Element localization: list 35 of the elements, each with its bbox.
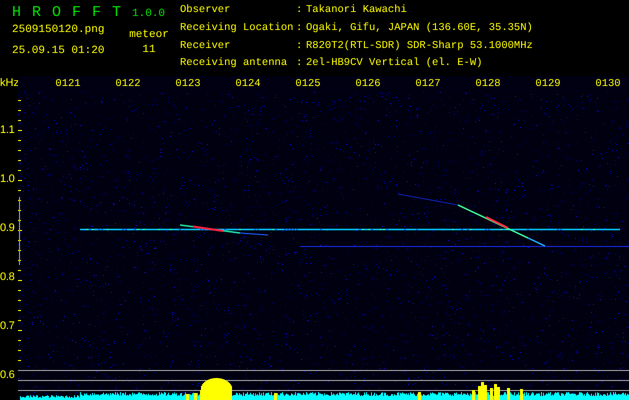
info-label: Observer [180, 5, 232, 18]
counter-label: meteor [129, 29, 169, 41]
time-label: 0122 [115, 78, 141, 90]
time-label: 0130 [595, 78, 621, 90]
info-separator: : [296, 58, 304, 72]
info-value: Ogaki, Gifu, JAPAN (136.60E, 35.35N) [306, 22, 533, 36]
info-separator: : [296, 40, 304, 54]
info-separator: : [296, 5, 304, 18]
info-label: Receiving Location [180, 22, 294, 36]
version-label: 1.0.0 [132, 8, 166, 20]
info-value: R820T2(RTL-SDR) SDR-Sharp 53.1000MHz [306, 40, 533, 54]
counter-value: 11 [142, 44, 156, 56]
frequency-label: 0.6 [0, 369, 14, 382]
time-label: 0123 [175, 78, 201, 90]
frequency-label: 1.0 [0, 173, 14, 186]
frequency-label: 0.8 [0, 271, 14, 284]
info-separator: : [296, 22, 304, 36]
info-value: Takanori Kawachi [306, 5, 408, 18]
time-label: 0121 [55, 78, 81, 90]
info-label: Receiving antenna [180, 58, 288, 72]
time-label: 0127 [415, 78, 441, 90]
file-name: 2509150120.png [12, 24, 106, 36]
time-label: 0125 [295, 78, 321, 90]
time-label: 0129 [535, 78, 561, 90]
time-label: 0128 [475, 78, 501, 90]
frequency-label: 1.1 [0, 124, 14, 136]
info-label: Receiver [180, 40, 232, 54]
unit-label: kHz [0, 76, 18, 91]
frequency-label: 0.7 [0, 320, 14, 332]
info-value: 2el-HB9CV Vertical (el. E-W) [306, 58, 484, 72]
frequency-label: 0.9 [0, 222, 14, 234]
time-label: 0124 [235, 78, 261, 90]
date-time: 25.09.15 01:20 [12, 45, 106, 57]
app-title: H R O F F T [12, 4, 122, 21]
time-label: 0126 [355, 78, 381, 90]
